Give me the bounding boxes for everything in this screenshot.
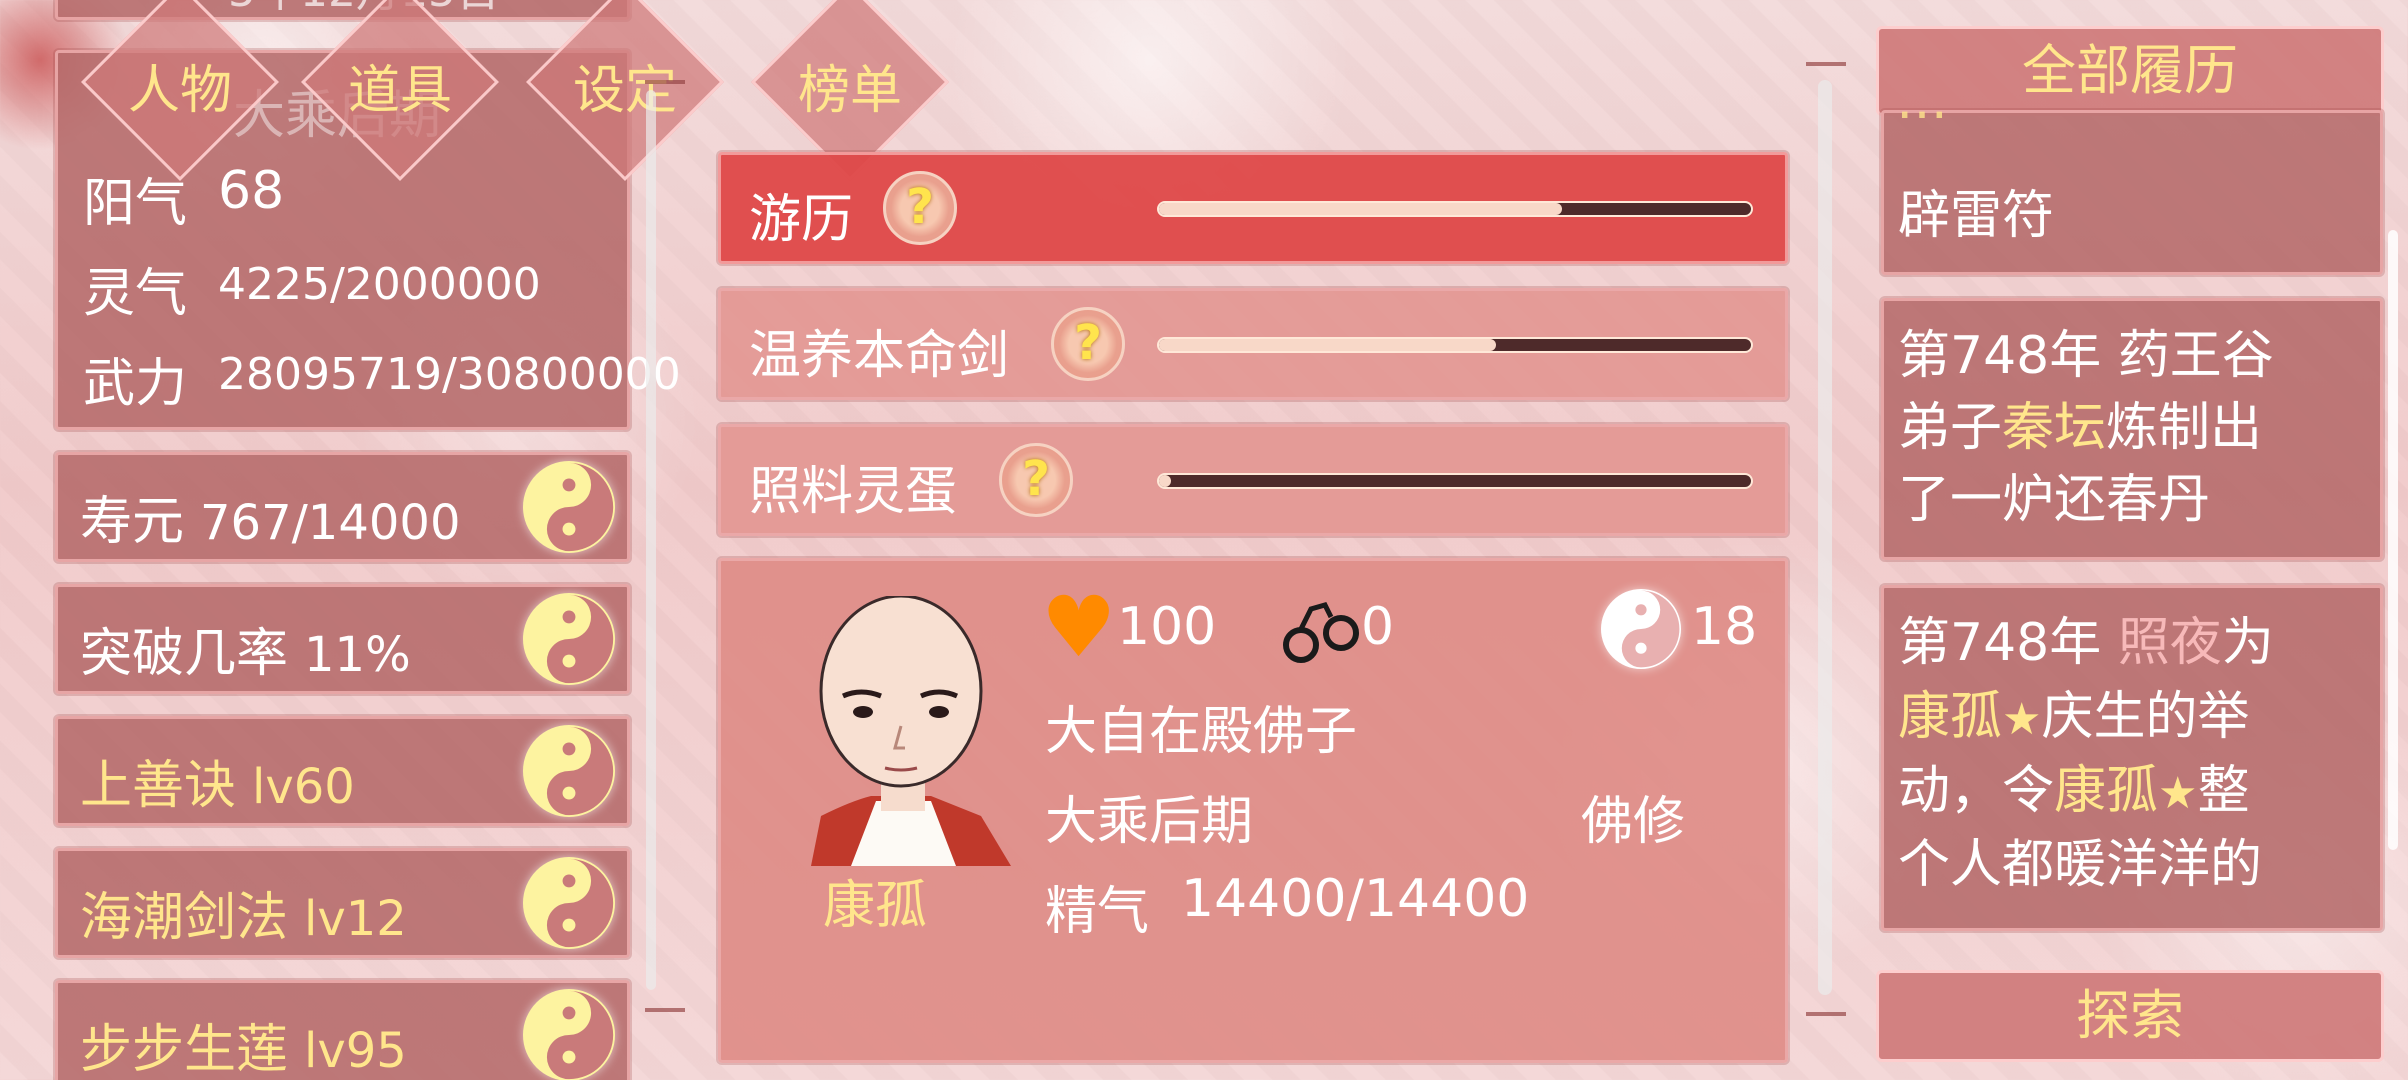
left-row[interactable]: 突破几率 11% bbox=[55, 584, 630, 694]
activity-progress-bar bbox=[1157, 337, 1753, 353]
history-entry-0: … 辟雷符 bbox=[1881, 71, 2383, 275]
wu-label: 武力 bbox=[83, 354, 188, 414]
history-entry-2: 第748年 照夜为 康孤★庆生的举 动，令康孤★整 个人都暖洋洋的 bbox=[1881, 585, 2383, 931]
ling-value: 4225/2000000 bbox=[218, 259, 541, 310]
yinyang-icon bbox=[1601, 589, 1681, 669]
mid-scrollbar[interactable] bbox=[1818, 80, 1832, 995]
date-panel: 5年12月15日 bbox=[55, 0, 630, 20]
activity-progress-bar bbox=[1157, 201, 1753, 217]
character-title: 大自在殿佛子 bbox=[1045, 702, 1358, 762]
left-row[interactable]: 寿元 767/14000 bbox=[55, 452, 630, 562]
mid-scroll-cap-bottom bbox=[1806, 1012, 1846, 1016]
handcuffs-icon bbox=[1281, 589, 1361, 669]
tab-character-label[interactable]: 人物 bbox=[80, 48, 280, 123]
left-row[interactable]: 海潮剑法 lv12 bbox=[55, 848, 630, 958]
character-card[interactable]: 康孤 ♥ 100 0 18 大自在殿佛子 大乘后期 佛修 精气 14400/14… bbox=[718, 558, 1788, 1063]
ling-label: 灵气 bbox=[83, 264, 188, 324]
yinyang-icon[interactable] bbox=[523, 725, 615, 817]
left-row-text: 步步生莲 lv95 bbox=[80, 1020, 407, 1080]
left-row-value: 767/14000 bbox=[200, 495, 461, 551]
history-entry-1-line3: 了一炉还春丹 bbox=[1898, 470, 2211, 530]
activity-progress-fill bbox=[1159, 203, 1562, 215]
left-scroll-cap-top bbox=[645, 80, 685, 84]
history-entry-2-line2b: 庆生的举 bbox=[2041, 687, 2250, 747]
heart-icon: ♥ bbox=[1041, 578, 1117, 676]
tab-settings-label[interactable]: 设定 bbox=[525, 48, 725, 123]
history-name-kanggu-1[interactable]: 康孤 bbox=[1898, 687, 2002, 747]
all-history-button[interactable]: 全部履历 bbox=[1876, 26, 2384, 116]
star-icon: ★ bbox=[2002, 694, 2042, 745]
left-row-value: lv12 bbox=[304, 891, 407, 947]
history-name-qintan[interactable]: 秦坛 bbox=[2002, 398, 2106, 458]
left-row-value: 11% bbox=[304, 627, 411, 683]
character-name: 康孤 bbox=[823, 876, 928, 936]
shackles-value: 0 bbox=[1361, 597, 1395, 657]
history-entry-1-line2a: 弟子 bbox=[1898, 398, 2003, 458]
activity-row[interactable]: 照料灵蛋? bbox=[718, 424, 1788, 536]
history-entry-2-line2: 康孤★庆生的举 bbox=[1898, 674, 2249, 749]
left-scrollbar[interactable] bbox=[646, 90, 656, 990]
yinyang-icon[interactable] bbox=[523, 593, 615, 685]
star-icon: ★ bbox=[2158, 768, 2198, 819]
left-row[interactable]: 步步生莲 lv95 bbox=[55, 980, 630, 1080]
activity-progress-bar bbox=[1157, 473, 1753, 489]
history-entry-2-line1a: 第748年 bbox=[1898, 613, 2118, 673]
left-row[interactable]: 上善诀 lv60 bbox=[55, 716, 630, 826]
help-icon[interactable]: ? bbox=[999, 443, 1073, 517]
left-row-value: lv95 bbox=[304, 1023, 407, 1079]
history-entry-1-line1: 第748年 药王谷 bbox=[1898, 326, 2274, 386]
hearts-value: 100 bbox=[1117, 597, 1217, 657]
yinyang-icon[interactable] bbox=[523, 461, 615, 553]
left-row-text: 海潮剑法 lv12 bbox=[80, 888, 407, 948]
character-portrait bbox=[781, 594, 1021, 866]
history-entry-1-line2: 弟子秦坛炼制出 bbox=[1898, 385, 2262, 460]
history-entry-2-line1b: 为 bbox=[2221, 613, 2274, 673]
history-entry-0-cut: … bbox=[1896, 71, 1948, 131]
yinyang-icon[interactable] bbox=[523, 857, 615, 949]
history-entry-2-line3b: 整 bbox=[2197, 761, 2250, 821]
yinyang-icon[interactable] bbox=[523, 989, 615, 1080]
history-name-kanggu-2[interactable]: 康孤 bbox=[2054, 761, 2158, 821]
history-name-zhaoye[interactable]: 照夜 bbox=[2118, 613, 2222, 673]
right-scrollbar[interactable] bbox=[2388, 230, 2398, 850]
tab-items-label[interactable]: 道具 bbox=[300, 48, 500, 123]
history-entry-1: 第748年 药王谷 弟子秦坛炼制出 了一炉还春丹 bbox=[1881, 298, 2383, 560]
essence-value: 14400/14400 bbox=[1181, 869, 1530, 929]
activity-label: 温养本命剑 bbox=[749, 326, 1010, 386]
yang-value: 68 bbox=[218, 161, 285, 221]
history-entry-2-line3: 动，令康孤★整 bbox=[1898, 748, 2250, 823]
tab-ranking-label[interactable]: 榜单 bbox=[750, 48, 950, 123]
activity-row[interactable]: 游历? bbox=[718, 152, 1788, 264]
history-entry-2-line4: 个人都暖洋洋的 bbox=[1898, 835, 2263, 895]
activity-label: 游历 bbox=[749, 190, 854, 250]
left-scroll-cap-bottom bbox=[645, 1008, 685, 1012]
date-text: 5年12月15日 bbox=[228, 0, 500, 19]
left-row-value: lv60 bbox=[252, 759, 355, 815]
history-entry-2-line1: 第748年 照夜为 bbox=[1898, 600, 2274, 675]
left-row-text: 寿元 767/14000 bbox=[80, 492, 461, 552]
character-path: 佛修 bbox=[1581, 792, 1686, 852]
history-entry-2-line3a: 动，令 bbox=[1898, 761, 2055, 821]
help-icon[interactable]: ? bbox=[1051, 307, 1125, 381]
activity-row[interactable]: 温养本命剑? bbox=[718, 288, 1788, 400]
help-icon[interactable]: ? bbox=[883, 171, 957, 245]
character-realm: 大乘后期 bbox=[1045, 792, 1254, 852]
activity-label: 照料灵蛋 bbox=[749, 462, 958, 522]
explore-button[interactable]: 探索 bbox=[1876, 970, 2384, 1062]
yinyang-value: 18 bbox=[1691, 597, 1758, 657]
left-row-text: 突破几率 11% bbox=[80, 624, 411, 684]
mid-scroll-cap-top bbox=[1806, 62, 1846, 66]
activity-progress-fill bbox=[1159, 475, 1171, 487]
left-row-text: 上善诀 lv60 bbox=[80, 756, 355, 816]
essence-label: 精气 bbox=[1045, 882, 1150, 942]
history-entry-1-line2b: 炼制出 bbox=[2106, 398, 2263, 458]
activity-progress-fill bbox=[1159, 339, 1497, 351]
wu-value: 28095719/30800000 bbox=[218, 349, 681, 400]
history-entry-0-text: 辟雷符 bbox=[1898, 186, 2055, 246]
